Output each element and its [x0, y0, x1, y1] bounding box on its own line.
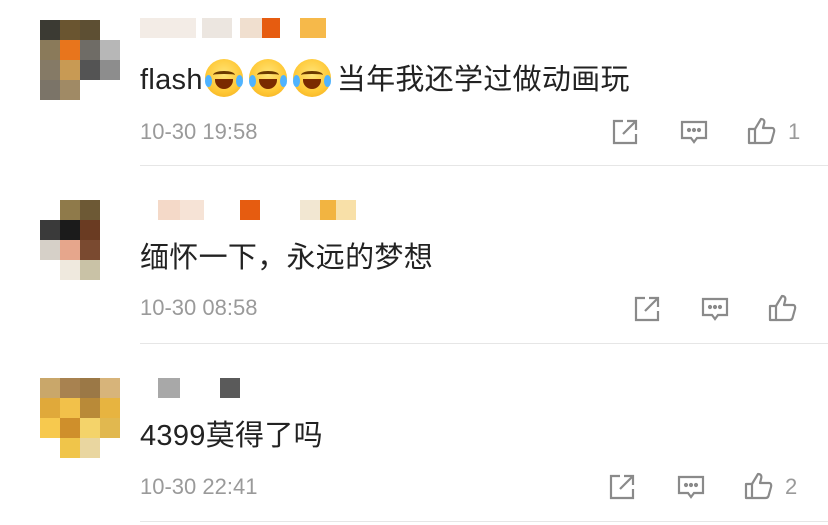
thumbs-up-icon [747, 117, 776, 145]
share-icon [612, 119, 638, 145]
like-button[interactable] [746, 116, 776, 146]
laugh-cry-emoji [248, 59, 287, 97]
comment-text: flash 当年我还学过做动画玩 [140, 56, 630, 98]
thumbs-up-icon [744, 472, 773, 500]
comment-time: 10-30 08:58 [140, 295, 258, 320]
comment-item: flash 当年我还学过做动画玩 10-30 19:58 1 [0, 0, 828, 166]
laugh-cry-emoji [204, 59, 243, 97]
comment-text: 缅怀一下，永远的梦想 [140, 242, 434, 274]
like-count: 1 [788, 119, 801, 144]
avatar[interactable] [40, 378, 120, 458]
divider [140, 521, 828, 522]
reply-button[interactable] [676, 472, 706, 502]
avatar[interactable] [40, 200, 120, 280]
comment-icon [677, 475, 705, 499]
reply-button[interactable] [700, 294, 730, 324]
comment-icon [701, 297, 729, 321]
laugh-cry-emoji [292, 59, 331, 97]
like-button[interactable] [743, 471, 773, 501]
comment-item: 4399莫得了吗 10-30 22:41 2 [0, 344, 828, 525]
share-button[interactable] [632, 294, 662, 324]
comment-text: 4399莫得了吗 [140, 420, 323, 452]
share-icon [609, 474, 635, 500]
share-button[interactable] [607, 472, 637, 502]
comment-time: 10-30 19:58 [140, 119, 258, 144]
thumbs-up-icon [768, 294, 797, 322]
comment-time: 10-30 22:41 [140, 474, 258, 499]
like-count: 2 [785, 474, 798, 499]
like-button[interactable] [767, 293, 797, 323]
comment-item: 缅怀一下，永远的梦想 10-30 08:58 [0, 166, 828, 344]
reply-button[interactable] [679, 117, 709, 147]
comment-icon [680, 120, 708, 144]
share-button[interactable] [610, 117, 640, 147]
share-icon [634, 296, 660, 322]
avatar[interactable] [40, 20, 120, 100]
